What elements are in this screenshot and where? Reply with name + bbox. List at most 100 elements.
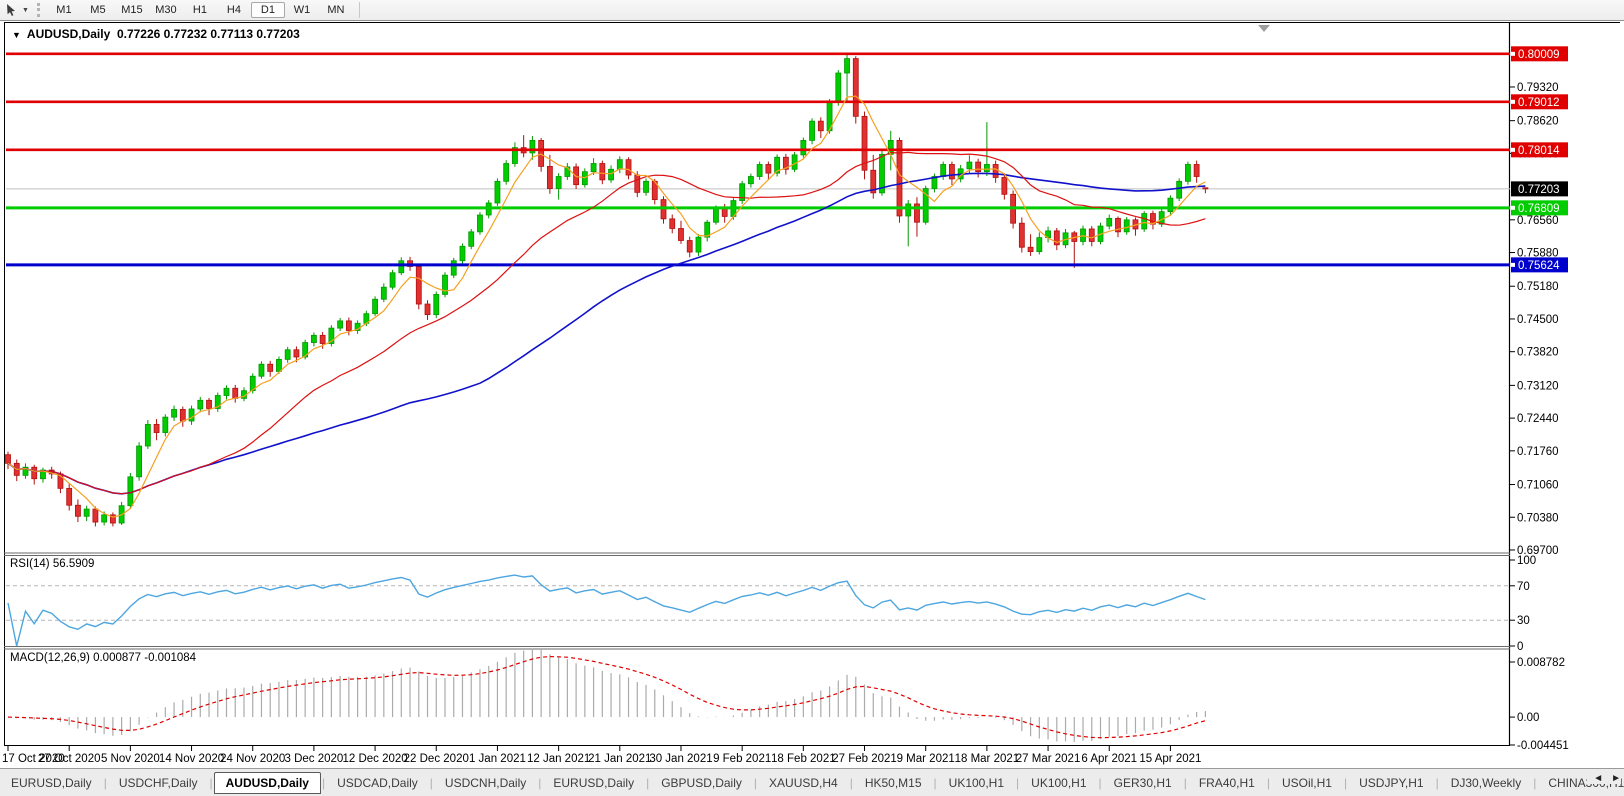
candle-body (591, 164, 596, 172)
chart-canvas[interactable]: 0.793200.786200.779400.765600.758800.751… (0, 0, 1624, 768)
date-tick-label: 14 Nov 2020 (159, 753, 224, 765)
candle-body (792, 155, 797, 169)
candle-body (145, 424, 150, 446)
date-axis[interactable]: 17 Oct 202027 Oct 20205 Nov 202014 Nov 2… (2, 746, 1201, 765)
date-tick-label: 30 Jan 2021 (649, 753, 712, 765)
cursor-tool-icon[interactable] (2, 2, 22, 18)
candle-body (128, 477, 133, 506)
chart-tab-usdcnh-daily[interactable]: USDCNH,Daily (434, 772, 537, 794)
candle-body (373, 299, 378, 313)
chart-shift-marker[interactable] (1258, 25, 1270, 32)
date-tick-label: 27 Mar 2021 (1016, 753, 1081, 765)
candle-body (1142, 214, 1147, 229)
ma-line-21 (8, 152, 1205, 493)
timeframe-button-m30[interactable]: M30 (149, 2, 183, 18)
tab-scroll-right-icon[interactable]: ► (1611, 773, 1621, 784)
date-tick-label: 24 Nov 2020 (220, 753, 285, 765)
candle-body (609, 169, 614, 180)
candle-body (154, 424, 159, 432)
candle-body (381, 287, 386, 299)
candle-body (836, 73, 841, 102)
chart-tab-eurusd-daily[interactable]: EURUSD,Daily (542, 772, 645, 794)
timeframe-button-m15[interactable]: M15 (115, 2, 149, 18)
candle-body (906, 204, 911, 216)
candle-body (1107, 218, 1112, 226)
tab-scroll-left-icon[interactable]: ◄ (1593, 773, 1603, 784)
chart-tab-xauusd-h4[interactable]: XAUUSD,H4 (758, 772, 849, 794)
chart-tab-usoil-h1[interactable]: USOil,H1 (1271, 772, 1343, 794)
candle-body (163, 417, 168, 432)
chart-symbol-label: AUDUSD,Daily (27, 27, 110, 41)
candle-body (451, 261, 456, 275)
timeframe-button-h1[interactable]: H1 (183, 2, 217, 18)
candle-body (189, 409, 194, 421)
candle-body (810, 121, 815, 140)
candle-body (460, 246, 465, 260)
chart-tab-ger30-h1[interactable]: GER30,H1 (1103, 772, 1183, 794)
chart-ohlc-values: 0.77226 0.77232 0.77113 0.77203 (117, 27, 300, 41)
candle-body (713, 208, 718, 222)
macd-pane: 0.0087820.00-0.004451 (8, 648, 1569, 752)
chart-tab-usdcad-daily[interactable]: USDCAD,Daily (326, 772, 429, 794)
candle-body (477, 215, 482, 232)
macd-axis-label: -0.004451 (1517, 740, 1569, 752)
top-toolbar: ▼ M1M5M15M30H1H4D1W1MN (0, 0, 1624, 21)
candle-body (67, 488, 72, 505)
candle-body (198, 400, 203, 409)
candle-body (1159, 212, 1164, 225)
chart-tab-usdchf-daily[interactable]: USDCHF,Daily (108, 772, 209, 794)
price-badge-label: 0.75624 (1518, 260, 1560, 272)
candle-body (1203, 188, 1208, 189)
date-tick-label: 9 Feb 2021 (713, 753, 771, 765)
date-tick-label: 9 Mar 2021 (897, 753, 955, 765)
chart-tab-uk100-h1[interactable]: UK100,H1 (1020, 772, 1097, 794)
pane-collapse-icon[interactable]: ▼ (12, 30, 21, 40)
candle-body (556, 177, 561, 189)
price-tick-label: 0.71760 (1517, 446, 1559, 458)
timeframe-button-d1[interactable]: D1 (251, 2, 285, 18)
price-badge-label: 0.76809 (1518, 203, 1560, 215)
ma-line-55 (8, 173, 1205, 493)
chart-tab-gbpusd-daily[interactable]: GBPUSD,Daily (650, 772, 753, 794)
price-badge-label: 0.80009 (1518, 49, 1560, 61)
chart-tab-dj30-weekly[interactable]: DJ30,Weekly (1440, 772, 1532, 794)
candle-body (853, 59, 858, 117)
timeframe-button-m5[interactable]: M5 (81, 2, 115, 18)
chart-tab-audusd-daily[interactable]: AUDUSD,Daily (214, 772, 321, 794)
candle-body (1019, 223, 1024, 247)
rsi-pane: 10070300 (6, 555, 1536, 653)
date-tick-label: 3 Dec 2020 (284, 753, 343, 765)
candle-body (635, 175, 640, 192)
candle-body (1168, 198, 1173, 211)
price-tick-label: 0.78620 (1517, 116, 1559, 128)
tab-strip: EURUSD,Daily|USDCHF,Daily|AUDUSD,Daily|U… (0, 772, 1624, 794)
timeframe-button-w1[interactable]: W1 (285, 2, 319, 18)
rsi-indicator-label: RSI(14) 56.5909 (10, 558, 94, 570)
date-tick-label: 12 Jan 2021 (527, 753, 590, 765)
candle-body (180, 409, 185, 421)
candle-body (495, 181, 500, 203)
timeframe-button-h4[interactable]: H4 (217, 2, 251, 18)
candle-body (967, 162, 972, 169)
timeframe-button-mn[interactable]: MN (319, 2, 353, 18)
candle-body (233, 388, 238, 398)
chart-tab-uk100-h1[interactable]: UK100,H1 (938, 772, 1015, 794)
price-tick-label: 0.73820 (1517, 347, 1559, 359)
chart-tab-hk50-m15[interactable]: HK50,M15 (854, 772, 933, 794)
candle-body (941, 164, 946, 176)
timeframe-button-m1[interactable]: M1 (47, 2, 81, 18)
horizontal-level-lines[interactable] (6, 54, 1510, 265)
candle-body (285, 350, 290, 360)
candle-body (1185, 164, 1190, 181)
candle-body (547, 166, 552, 188)
macd-signal-line (8, 657, 1205, 738)
tab-separator: | (209, 776, 214, 790)
chart-tab-eurusd-daily[interactable]: EURUSD,Daily (0, 772, 103, 794)
price-tick-label: 0.73120 (1517, 380, 1559, 392)
date-tick-label: 18 Feb 2021 (771, 753, 836, 765)
toolbar-drag-handle[interactable] (37, 3, 40, 17)
chart-tab-bar: EURUSD,Daily|USDCHF,Daily|AUDUSD,Daily|U… (0, 768, 1624, 796)
cursor-tool-dropdown-icon[interactable]: ▼ (22, 7, 29, 14)
chart-tab-fra40-h1[interactable]: FRA40,H1 (1188, 772, 1266, 794)
chart-tab-usdjpy-h1[interactable]: USDJPY,H1 (1348, 772, 1434, 794)
